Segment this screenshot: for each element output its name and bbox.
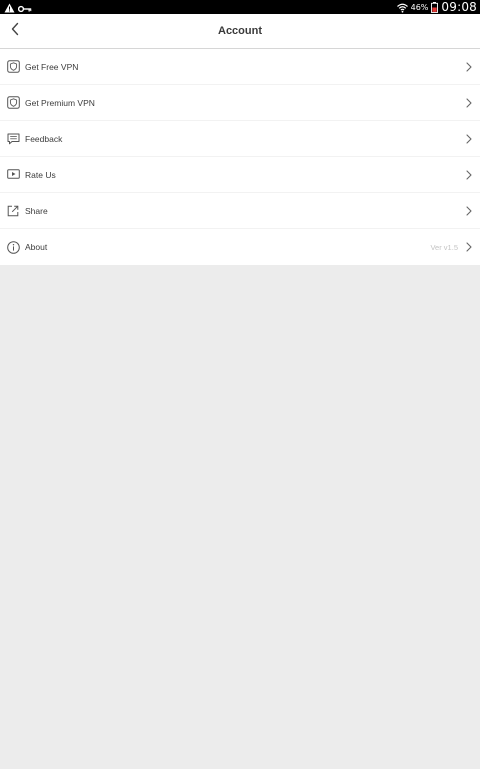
chevron-right-icon <box>465 61 473 73</box>
chevron-right-icon <box>465 205 473 217</box>
menu-item-label: Get Free VPN <box>25 61 79 72</box>
chevron-right-icon <box>465 241 473 253</box>
menu-item-get-free-vpn[interactable]: Get Free VPN <box>0 49 480 85</box>
status-bar-right: 46% 09:08 <box>396 0 477 14</box>
menu-item-about[interactable]: About Ver v1.5 <box>0 229 480 265</box>
menu-item-label: About <box>25 242 48 252</box>
page-title: Account <box>218 25 262 37</box>
clock: 09:08 <box>441 0 477 14</box>
share-icon <box>6 204 20 218</box>
menu-item-share[interactable]: Share <box>0 193 480 229</box>
menu-item-get-premium-vpn[interactable]: Get Premium VPN <box>0 85 480 121</box>
chevron-right-icon <box>465 133 473 145</box>
info-icon <box>6 240 20 254</box>
chevron-right-icon <box>465 97 473 109</box>
status-bar-left <box>4 1 32 13</box>
status-bar: 46% 09:08 <box>0 0 480 14</box>
menu-item-label: Feedback <box>25 133 63 144</box>
battery-percent: 46% <box>410 2 429 12</box>
menu-item-label: Share <box>25 205 48 216</box>
menu-item-label: Rate Us <box>25 169 56 180</box>
account-menu: Get Free VPN Get Premium VPN Feedback Ra… <box>0 49 480 265</box>
shield-icon <box>6 60 20 74</box>
chat-icon <box>6 132 20 146</box>
menu-item-rate-us[interactable]: Rate Us <box>0 157 480 193</box>
menu-item-label: Get Premium VPN <box>25 97 95 108</box>
shield-icon <box>6 96 20 110</box>
app-version: Ver v1.5 <box>430 242 458 252</box>
chevron-right-icon <box>465 169 473 181</box>
rate-icon <box>6 168 20 182</box>
app-bar: Account <box>0 14 480 49</box>
menu-item-feedback[interactable]: Feedback <box>0 121 480 157</box>
